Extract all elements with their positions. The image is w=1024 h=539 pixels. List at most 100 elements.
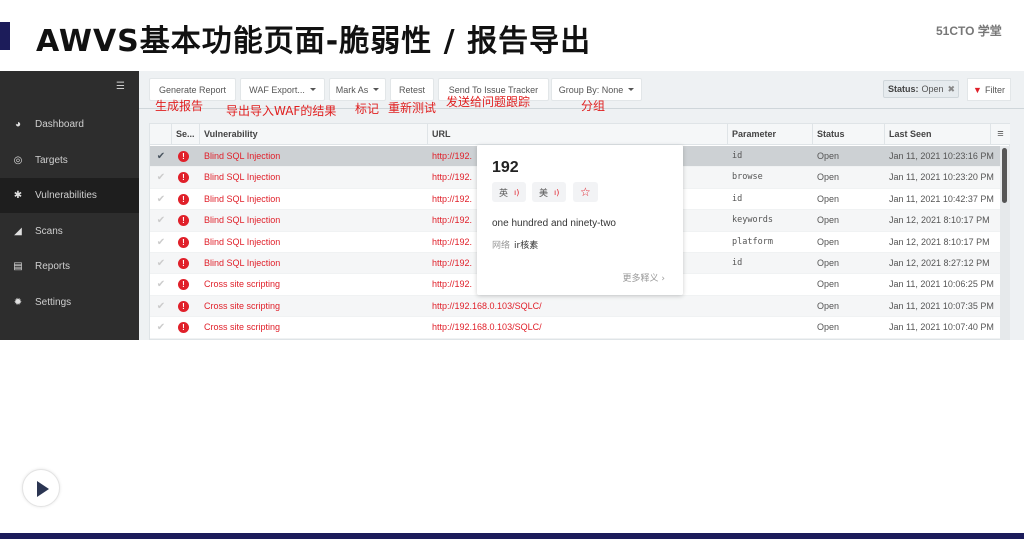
sidebar-item-dashboard[interactable]: ◕ Dashboard (0, 107, 139, 142)
filter-icon: ▼ (973, 84, 982, 95)
retest-button[interactable]: Retest (390, 78, 434, 101)
sidebar-item-vulnerabilities[interactable]: ✱ Vulnerabilities (0, 178, 139, 214)
caret-down-icon (628, 88, 635, 91)
table-row[interactable]: ✔! Cross site scripting http://192.168.0.1… (150, 295, 1000, 318)
sidebar-item-settings[interactable]: ✹ Settings (0, 285, 139, 320)
vulnerability-last-seen: Jan 12, 2021 8:27:12 PM (889, 257, 990, 268)
play-button[interactable] (22, 469, 60, 507)
sidebar-item-label: Vulnerabilities (35, 190, 97, 202)
filter-button[interactable]: ▼ Filter (967, 78, 1011, 101)
brand-logo: 51CTO 学堂 (936, 24, 1002, 38)
row-checkbox[interactable]: ✔ (150, 296, 172, 317)
column-header-url[interactable]: URL (428, 124, 728, 145)
vulnerability-name[interactable]: Blind SQL Injection (204, 189, 280, 210)
vulnerability-url[interactable]: http://192. (432, 146, 472, 167)
column-header-vulnerability[interactable]: Vulnerability (200, 124, 428, 145)
status-filter-label: Status: (888, 84, 919, 94)
vulnerability-url[interactable]: http://192. (432, 167, 472, 188)
sidebar-item-label: Settings (35, 297, 72, 308)
mark-as-label: Mark As (335, 84, 369, 95)
severity-high-icon: ! (178, 253, 192, 274)
column-header-parameter[interactable]: Parameter (728, 124, 813, 145)
vulnerability-name[interactable]: Blind SQL Injection (204, 146, 280, 167)
row-checkbox[interactable]: ✔ (150, 274, 172, 295)
vulnerability-status: Open (817, 193, 840, 204)
vulnerability-status: Open (817, 322, 840, 333)
vulnerability-last-seen: Jan 11, 2021 10:42:37 PM (889, 193, 994, 204)
column-header-last-seen[interactable]: Last Seen (885, 124, 991, 145)
sidebar-item-reports[interactable]: ▤ Reports (0, 249, 139, 284)
bug-icon: ✱ (13, 190, 23, 202)
vulnerability-url[interactable]: http://192.168.0.103/SQLC/ (432, 317, 542, 338)
vulnerability-status: Open (817, 215, 840, 226)
table-row[interactable]: ✔! Cross site scripting http://192.168.0.1… (150, 317, 1000, 339)
annotation-retest: 重新测试 (388, 101, 437, 115)
waf-export-button[interactable]: WAF Export... (240, 78, 325, 101)
vulnerability-status: Open (817, 236, 840, 247)
sidebar-item-label: Targets (35, 154, 68, 166)
play-icon (37, 481, 49, 497)
filter-label: Filter (984, 84, 1005, 95)
vulnerability-parameter: id (732, 193, 743, 204)
column-menu-icon[interactable]: ≡ (991, 124, 1010, 145)
severity-high-icon: ! (178, 146, 192, 167)
sidebar-item-scans[interactable]: ◢ Scans (0, 214, 139, 249)
vulnerability-parameter: keywords (732, 215, 773, 226)
mark-as-button[interactable]: Mark As (329, 78, 386, 101)
vulnerability-url[interactable]: http://192. (432, 274, 472, 295)
vulnerability-url[interactable]: http://192. (432, 253, 472, 274)
vulnerability-url[interactable]: http://192. (432, 189, 472, 210)
row-checkbox[interactable]: ✔ (150, 146, 172, 167)
sidebar-item-label: Scans (35, 225, 63, 237)
vulnerability-last-seen: Jan 11, 2021 10:23:16 PM (889, 151, 994, 161)
close-icon[interactable]: ✖ (948, 84, 956, 95)
column-header-severity[interactable]: Se... (172, 124, 200, 145)
vulnerability-url[interactable]: http://192.168.0.103/SQLC/ (432, 296, 542, 317)
popup-web-definition: 网络 ir核素 (492, 238, 538, 251)
retest-label: Retest (398, 84, 425, 95)
vulnerability-url[interactable]: http://192. (432, 210, 472, 231)
dashboard-icon: ◕ (14, 119, 22, 130)
status-filter-chip[interactable]: Status: Open ✖ (883, 80, 959, 98)
vulnerability-name[interactable]: Cross site scripting (204, 296, 280, 317)
severity-high-icon: ! (178, 167, 192, 188)
row-checkbox[interactable]: ✔ (150, 210, 172, 231)
severity-high-icon: ! (178, 189, 192, 210)
us-pronunciation-button[interactable]: 美 ı) (532, 182, 567, 202)
vulnerability-url[interactable]: http://192. (432, 232, 472, 253)
sidebar: ☰ ◕ Dashboard ◎ Targets ✱ Vulnerabilities ◢ Sca… (0, 71, 139, 340)
row-checkbox[interactable]: ✔ (150, 167, 172, 188)
vulnerability-last-seen: Jan 11, 2021 10:07:35 PM (889, 300, 994, 311)
annotation-mark-as: 标记 (355, 102, 380, 116)
vulnerability-name[interactable]: Blind SQL Injection (204, 253, 280, 274)
vulnerability-last-seen: Jan 11, 2021 10:06:25 PM (889, 279, 994, 290)
us-label: 美 (539, 188, 549, 199)
vulnerability-name[interactable]: Blind SQL Injection (204, 232, 280, 253)
vulnerability-status: Open (817, 257, 840, 268)
star-icon: ☆ (580, 185, 591, 199)
vulnerability-name[interactable]: Blind SQL Injection (204, 167, 280, 188)
row-checkbox[interactable]: ✔ (150, 189, 172, 210)
severity-high-icon: ! (178, 210, 192, 231)
file-icon: ▤ (13, 261, 23, 273)
vulnerability-name[interactable]: Cross site scripting (204, 317, 280, 338)
vulnerability-last-seen: Jan 11, 2021 10:23:20 PM (889, 172, 994, 183)
row-checkbox[interactable]: ✔ (150, 232, 172, 253)
speaker-icon: ı) (514, 187, 520, 197)
vulnerability-name[interactable]: Blind SQL Injection (204, 210, 280, 231)
row-checkbox[interactable]: ✔ (150, 253, 172, 274)
scrollbar-thumb[interactable] (1002, 148, 1007, 203)
column-header-select[interactable] (150, 124, 172, 145)
vulnerability-name[interactable]: Cross site scripting (204, 274, 280, 295)
uk-pronunciation-button[interactable]: 英 ı) (492, 182, 527, 202)
row-checkbox[interactable]: ✔ (150, 317, 172, 338)
more-definitions-link[interactable]: 更多释义 › (623, 271, 665, 284)
sidebar-item-targets[interactable]: ◎ Targets (0, 143, 139, 178)
vulnerability-parameter: id (732, 151, 743, 161)
annotation-waf-export: 导出导入WAF的结果 (226, 104, 337, 118)
favorite-button[interactable]: ☆ (573, 182, 598, 202)
column-header-status[interactable]: Status (813, 124, 885, 145)
menu-collapse-icon[interactable]: ☰ (116, 82, 126, 92)
vulnerability-parameter: browse (732, 172, 763, 183)
sidebar-item-label: Reports (35, 261, 71, 273)
